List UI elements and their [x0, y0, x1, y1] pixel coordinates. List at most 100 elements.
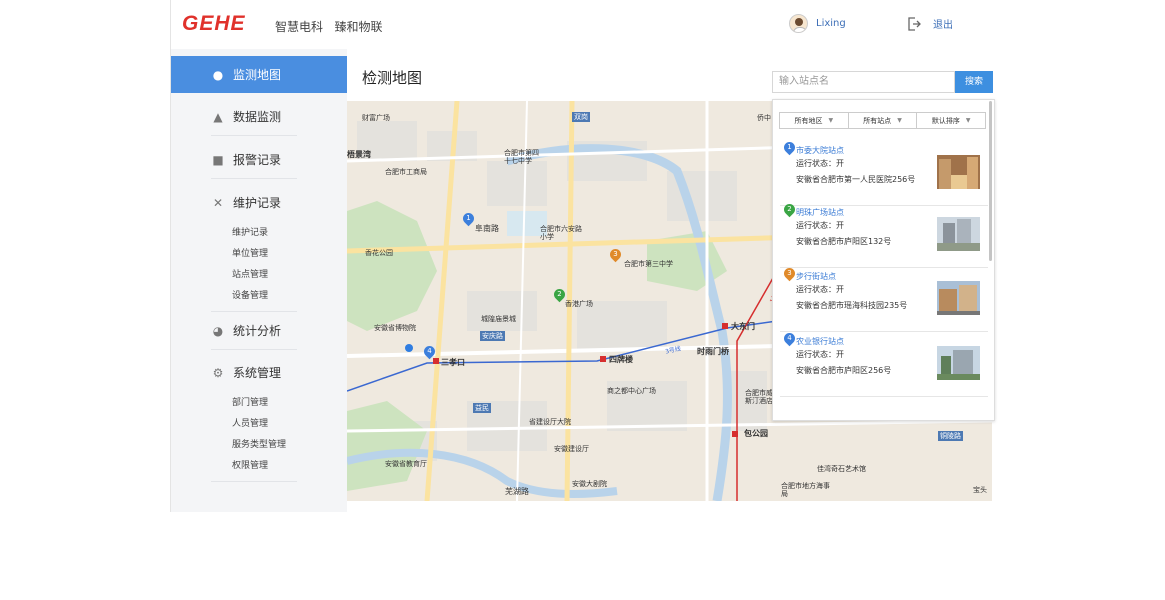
station-item[interactable]: 3 步行街站点 运行状态：开 安徽省合肥市瑶海科技园235号: [780, 265, 988, 332]
sidebar-item-label: 报警记录: [233, 153, 282, 167]
username[interactable]: Lixing: [816, 18, 846, 29]
filter-label[interactable]: 所有地区: [795, 116, 823, 126]
station-item[interactable]: 4 农业银行站点 运行状态：开 安徽省合肥市庐阳区256号: [780, 330, 988, 397]
map-label: 安庆路: [480, 331, 505, 341]
station-item[interactable]: 2 明珠广场站点 运行状态：开 安徽省合肥市庐阳区132号: [780, 201, 988, 268]
station-photo: [937, 217, 980, 251]
station-pin-icon: 1: [781, 139, 798, 156]
sort-filter[interactable]: 默认排序 ▼: [917, 113, 985, 128]
filter-bar: 所有地区 ▼ 所有站点 ▼ 默认排序 ▼: [779, 112, 986, 129]
station-address: 安徽省合肥市瑶海科技园235号: [796, 301, 908, 310]
logo: GEHE: [182, 12, 246, 35]
station-pin-icon: 3: [781, 265, 798, 282]
sidebar-item-label: 数据监测: [233, 110, 282, 124]
station-item[interactable]: 1 市委大院站点 运行状态：开 安徽省合肥市第一人民医院256号: [780, 139, 988, 206]
pie-chart-icon: ◕: [212, 323, 224, 338]
station-pin-icon: 2: [781, 201, 798, 218]
map-label: 四牌楼: [609, 355, 633, 364]
map-label: 益民: [473, 403, 491, 413]
map-label: 合肥市工商局: [385, 168, 427, 176]
logout-icon[interactable]: [907, 16, 921, 31]
map-marker[interactable]: 3: [607, 246, 624, 263]
map-label: 合肥市第三中学: [624, 260, 673, 268]
scrollbar[interactable]: [989, 101, 992, 261]
map-marker-label[interactable]: 4: [424, 346, 435, 357]
map-marker-label[interactable]: 2: [554, 289, 565, 300]
sidebar-subitem[interactable]: 单位管理: [171, 242, 347, 263]
sidebar: ● 监测地图 ▲ 数据监测 ■ 报警记录 ✕ 维护记录 维护记录 单位管理 站点…: [171, 56, 347, 512]
station-status: 运行状态：开: [796, 285, 844, 294]
search-button[interactable]: 搜索: [955, 71, 993, 93]
header: GEHE 智慧电科 臻和物联 Lixing 退出: [171, 0, 996, 49]
search-input[interactable]: 输入站点名: [772, 71, 955, 93]
map-label: 商之都中心广场: [607, 387, 656, 395]
map-label: 侨中: [757, 114, 771, 122]
station-list-panel: 所有地区 ▼ 所有站点 ▼ 默认排序 ▼ 1 市委大院站点 运行状态：开 安徽省合肥市…: [772, 99, 995, 421]
map-label: 梧景湾: [347, 150, 371, 159]
sidebar-subitem[interactable]: 人员管理: [171, 412, 347, 433]
map-label: 阜南路: [475, 224, 499, 233]
station-pin-number: 4: [787, 334, 792, 342]
sidebar-subitem[interactable]: 权限管理: [171, 454, 347, 475]
map-label: 时雨门桥: [697, 347, 729, 356]
station-photo: [937, 281, 980, 315]
station-name[interactable]: 步行街站点: [796, 271, 836, 282]
sidebar-subitem[interactable]: 部门管理: [171, 391, 347, 412]
map-marker[interactable]: 2: [551, 286, 568, 303]
station-address: 安徽省合肥市第一人民医院256号: [796, 175, 916, 184]
map-marker-label[interactable]: 3: [610, 249, 621, 260]
alarm-icon: ■: [212, 152, 224, 167]
sidebar-item-label: 维护记录: [233, 196, 282, 210]
station-name[interactable]: 明珠广场站点: [796, 207, 844, 218]
region-filter[interactable]: 所有地区 ▼: [780, 113, 849, 128]
map-label: 安徽省博物院: [374, 324, 416, 332]
sidebar-subitem[interactable]: 服务类型管理: [171, 433, 347, 454]
station-name[interactable]: 农业银行站点: [796, 336, 844, 347]
map-label: 合肥市地方海事局: [781, 482, 830, 498]
map-label: 铜陵路: [938, 431, 963, 441]
map-label: 双岗: [572, 112, 590, 122]
map-pin-icon: ●: [212, 67, 224, 82]
station-name[interactable]: 市委大院站点: [796, 145, 844, 156]
logout-label[interactable]: 退出: [933, 16, 953, 31]
map-marker-label[interactable]: 1: [463, 213, 474, 224]
station-pin-number: 3: [787, 269, 792, 277]
caret-down-icon[interactable]: ▼: [897, 117, 902, 124]
slogan: 智慧电科 臻和物联: [275, 20, 383, 34]
sidebar-item-label: 系统管理: [233, 366, 282, 380]
sidebar-subitem[interactable]: 维护记录: [171, 221, 347, 242]
map-label: 三孝口: [441, 358, 465, 367]
sidebar-item-label: 统计分析: [233, 324, 282, 338]
station-photo: [937, 346, 980, 380]
sidebar-item-monitor-map[interactable]: ● 监测地图: [171, 56, 347, 93]
sidebar-item-data-monitor[interactable]: ▲ 数据监测: [171, 98, 347, 135]
filter-label[interactable]: 默认排序: [932, 116, 960, 126]
avatar[interactable]: [789, 14, 808, 33]
logout-button[interactable]: 退出: [907, 16, 953, 31]
sidebar-subitem[interactable]: 站点管理: [171, 263, 347, 284]
map-label: 大东门: [731, 322, 755, 331]
map-marker[interactable]: 4: [421, 343, 438, 360]
map-label: 佳湾奇石艺术馆: [817, 465, 866, 473]
map-label: 香花公园: [365, 249, 393, 257]
sidebar-item-maintenance[interactable]: ✕ 维护记录: [171, 184, 347, 221]
map-label: 芜湖路: [505, 487, 529, 496]
station-filter[interactable]: 所有站点 ▼: [849, 113, 918, 128]
map-label: 安徽大剧院: [572, 480, 607, 488]
sidebar-item-alarm-records[interactable]: ■ 报警记录: [171, 141, 347, 178]
map-label: 安徽省教育厅: [385, 460, 427, 468]
sidebar-subitem[interactable]: 设备管理: [171, 284, 347, 305]
map-label: 宝头: [973, 486, 987, 494]
caret-down-icon[interactable]: ▼: [966, 117, 971, 124]
caret-down-icon[interactable]: ▼: [829, 117, 834, 124]
map-marker[interactable]: 1: [460, 210, 477, 227]
station-status: 运行状态：开: [796, 350, 844, 359]
tools-icon: ✕: [212, 195, 224, 210]
user-menu[interactable]: Lixing: [789, 14, 846, 33]
map-label: 合肥市第四十七中学: [504, 149, 539, 165]
gear-icon: ⚙: [212, 365, 224, 380]
sidebar-item-system[interactable]: ⚙ 系统管理: [171, 354, 347, 391]
filter-label[interactable]: 所有站点: [863, 116, 891, 126]
chart-icon: ▲: [213, 109, 223, 124]
sidebar-item-statistics[interactable]: ◕ 统计分析: [171, 312, 347, 349]
